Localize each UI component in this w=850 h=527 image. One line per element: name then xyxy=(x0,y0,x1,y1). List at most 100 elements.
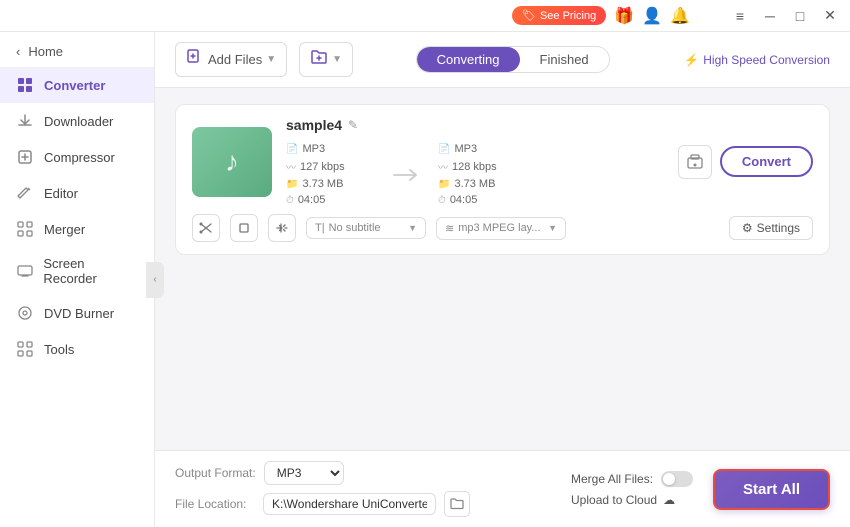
settings-gear-icon: ⚙ xyxy=(742,221,753,235)
maximize-button[interactable]: □ xyxy=(788,4,812,28)
audio-track-select[interactable]: ≋ mp3 MPEG lay... ▼ xyxy=(436,217,566,240)
output-format: MP3 xyxy=(454,143,477,155)
convert-arrow xyxy=(376,167,438,183)
sidebar-item-editor[interactable]: Editor xyxy=(0,175,154,211)
sidebar-home-item[interactable]: ‹ Home xyxy=(0,36,154,67)
file-name-row: sample4 ✎ xyxy=(286,117,664,133)
sidebar-item-converter[interactable]: Converter xyxy=(0,67,154,103)
effects-button[interactable] xyxy=(268,214,296,242)
file-icon: 📄 xyxy=(286,144,298,155)
toolbar: Add Files ▼ ▼ Converting Finished ⚡ High xyxy=(155,32,850,88)
source-duration-item: ⏱ 04:05 xyxy=(286,194,376,206)
output-format-item: 📄 MP3 xyxy=(438,143,528,155)
settings-button[interactable]: ⚙ Settings xyxy=(729,216,813,240)
content-area: Add Files ▼ ▼ Converting Finished ⚡ High xyxy=(155,32,850,527)
output-format-label: Output Format: xyxy=(175,466,256,480)
source-bitrate: 127 kbps xyxy=(300,161,345,173)
audio-chevron: ▼ xyxy=(548,223,557,233)
source-size-item: 📁 3.73 MB xyxy=(286,178,376,190)
file-card-bottom: T| No subtitle ▼ ≋ mp3 MPEG lay... ▼ ⚙ S… xyxy=(192,214,813,242)
sidebar-item-downloader[interactable]: Downloader xyxy=(0,103,154,139)
sidebar-tools-label: Tools xyxy=(44,342,74,357)
audio-placeholder: mp3 MPEG lay... xyxy=(458,222,540,234)
sidebar-item-tools[interactable]: Tools xyxy=(0,331,154,367)
screen-recorder-icon xyxy=(16,262,33,280)
file-meta-row: 📄 MP3 〰 127 kbps 📁 3.73 MB xyxy=(286,143,664,206)
merge-all-label: Merge All Files: xyxy=(571,472,653,486)
output-bitrate: 128 kbps xyxy=(452,161,497,173)
merge-all-toggle[interactable] xyxy=(661,471,693,487)
source-meta: 📄 MP3 〰 127 kbps 📁 3.73 MB xyxy=(286,143,376,206)
cloud-icon: ☁ xyxy=(663,493,675,507)
music-icon: ♪ xyxy=(225,146,239,178)
clock-icon: ⏱ xyxy=(286,195,294,206)
see-pricing-button[interactable]: 🏷 See Pricing xyxy=(512,6,606,25)
output-folder-icon: 📁 xyxy=(438,179,450,190)
sidebar-compressor-label: Compressor xyxy=(44,150,115,165)
output-format-select[interactable]: MP3 xyxy=(264,461,344,485)
sidebar-merger-label: Merger xyxy=(44,222,85,237)
device-export-button[interactable] xyxy=(678,145,712,179)
avatar-icon: 👤 xyxy=(642,6,662,26)
file-location-input[interactable] xyxy=(263,493,436,515)
high-speed-label: High Speed Conversion xyxy=(703,53,830,67)
file-name: sample4 xyxy=(286,117,342,133)
trim-button[interactable] xyxy=(192,214,220,242)
sidebar-dvd-burner-label: DVD Burner xyxy=(44,306,114,321)
output-size-item: 📁 3.73 MB xyxy=(438,178,528,190)
crop-button[interactable] xyxy=(230,214,258,242)
output-duration-item: ⏱ 04:05 xyxy=(438,194,528,206)
source-duration: 04:05 xyxy=(298,194,326,206)
menu-icon-button[interactable]: ≡ xyxy=(728,4,752,28)
source-size: 3.73 MB xyxy=(302,178,343,190)
output-wave-icon: 〰 xyxy=(438,159,448,174)
tools-icon xyxy=(16,340,34,358)
merger-icon xyxy=(16,220,34,238)
footer-middle: Merge All Files: Upload to Cloud ☁ xyxy=(571,471,693,507)
downloader-icon xyxy=(16,112,34,130)
add-folder-chevron: ▼ xyxy=(332,54,342,65)
sidebar-screen-recorder-label: Screen Recorder xyxy=(43,256,138,286)
close-button[interactable]: ✕ xyxy=(818,4,842,28)
bell-icon: 🔔 xyxy=(670,6,690,26)
sidebar-item-screen-recorder[interactable]: Screen Recorder xyxy=(0,247,154,295)
titlebar: 🏷 See Pricing 🎁 👤 🔔 ≡ ─ □ ✕ xyxy=(0,0,850,32)
file-list: ♪ sample4 ✎ 📄 MP3 xyxy=(155,88,850,450)
titlebar-pricing-area: 🏷 See Pricing 🎁 👤 🔔 xyxy=(512,6,690,26)
output-size: 3.73 MB xyxy=(454,178,495,190)
file-info: sample4 ✎ 📄 MP3 〰 xyxy=(286,117,664,206)
source-bitrate-item: 〰 127 kbps xyxy=(286,159,376,174)
tab-finished[interactable]: Finished xyxy=(520,47,609,72)
convert-button[interactable]: Convert xyxy=(720,146,813,177)
audio-wave-btn-icon: ≋ xyxy=(445,222,454,235)
add-files-button[interactable]: Add Files ▼ xyxy=(175,42,287,77)
home-label: Home xyxy=(28,44,63,59)
file-location-label: File Location: xyxy=(175,497,255,511)
minimize-button[interactable]: ─ xyxy=(758,4,782,28)
source-format-item: 📄 MP3 xyxy=(286,143,376,155)
sidebar-editor-label: Editor xyxy=(44,186,78,201)
sidebar: ‹ Home Converter Downloader xyxy=(0,32,155,527)
dvd-burner-icon xyxy=(16,304,34,322)
add-files-chevron: ▼ xyxy=(266,54,276,65)
footer-left: Output Format: MP3 File Location: xyxy=(175,461,551,517)
start-all-button[interactable]: Start All xyxy=(713,469,830,510)
browse-folder-button[interactable] xyxy=(444,491,470,517)
subtitle-select[interactable]: T| No subtitle ▼ xyxy=(306,217,426,239)
sidebar-downloader-label: Downloader xyxy=(44,114,113,129)
sidebar-item-dvd-burner[interactable]: DVD Burner xyxy=(0,295,154,331)
editor-icon xyxy=(16,184,34,202)
footer: Output Format: MP3 File Location: xyxy=(155,450,850,527)
output-duration: 04:05 xyxy=(450,194,478,206)
tab-converting[interactable]: Converting xyxy=(417,47,520,72)
converter-icon xyxy=(16,76,34,94)
output-format-row: Output Format: MP3 xyxy=(175,461,551,485)
upload-cloud-label: Upload to Cloud xyxy=(571,493,657,507)
edit-icon[interactable]: ✎ xyxy=(348,118,358,132)
sidebar-item-merger[interactable]: Merger xyxy=(0,211,154,247)
sidebar-collapse-button[interactable]: ‹ xyxy=(146,262,164,298)
add-folder-button[interactable]: ▼ xyxy=(299,42,353,77)
sidebar-item-compressor[interactable]: Compressor xyxy=(0,139,154,175)
tab-group: Converting Finished xyxy=(416,46,610,73)
file-thumbnail: ♪ xyxy=(192,127,272,197)
